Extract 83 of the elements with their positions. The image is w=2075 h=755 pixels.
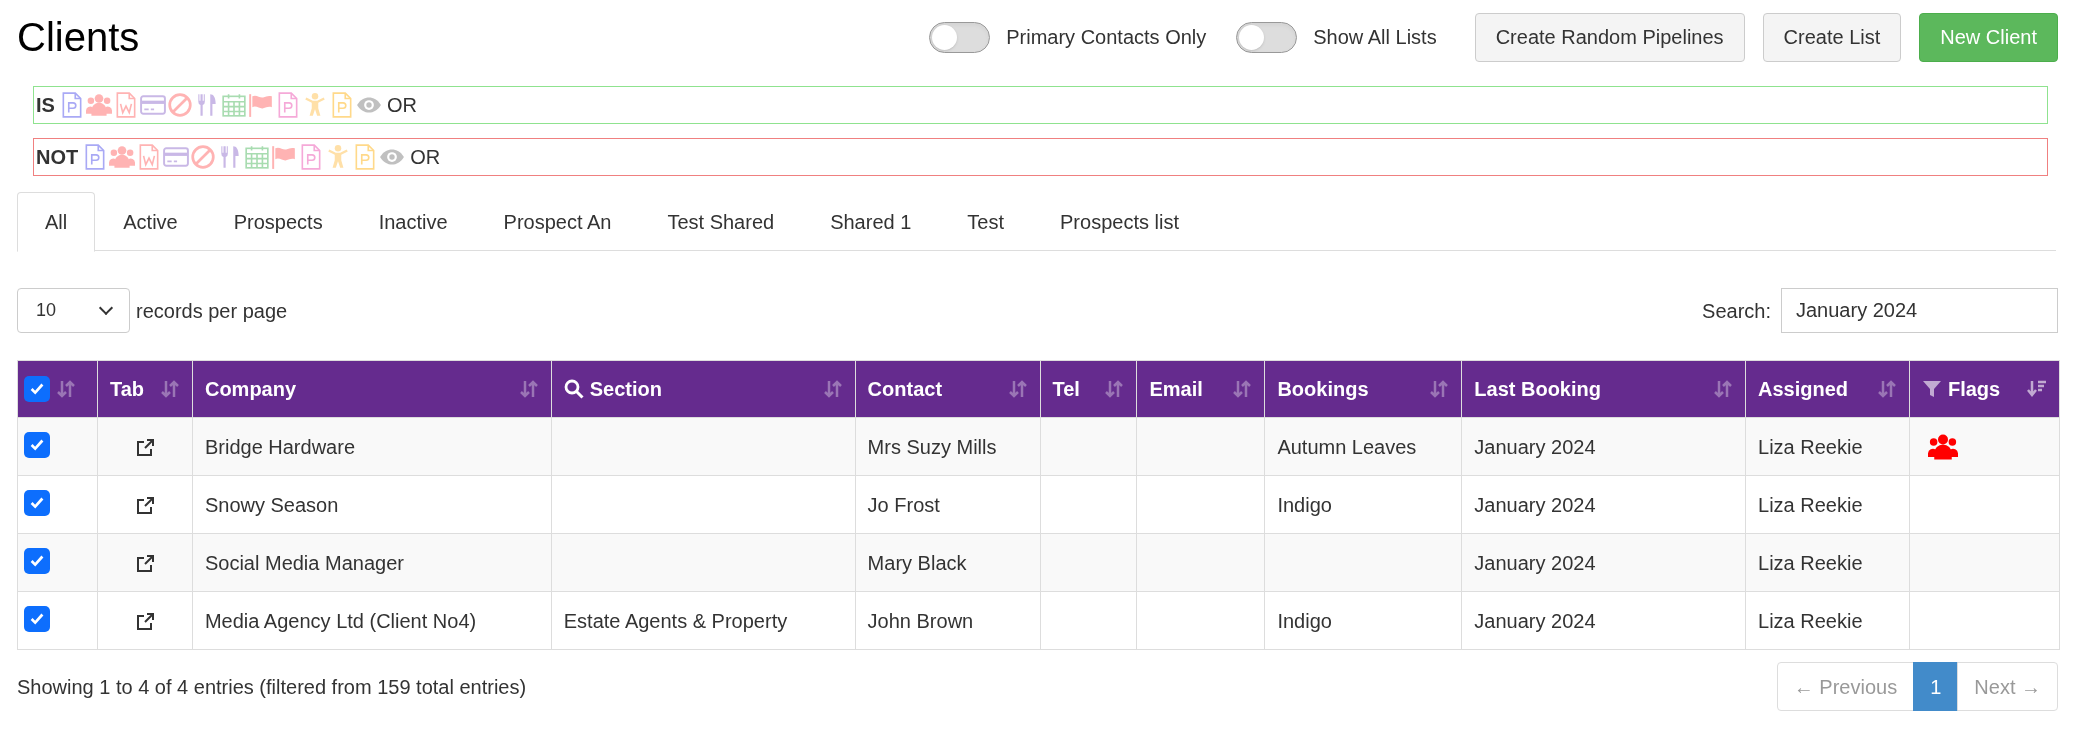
list-tab[interactable]: Prospects list [1032,192,1207,252]
column-header[interactable]: Company [204,374,297,404]
list-tab[interactable]: Test [939,192,1032,252]
flag-icon[interactable] [271,144,298,170]
toggle-label: Show All Lists [1313,25,1437,50]
list-tab[interactable]: All [17,192,96,252]
list-tab[interactable]: Active [95,192,206,252]
table-cell: Mary Black [855,533,1040,592]
table-cell: Mrs Suzy Mills [855,417,1040,476]
search-field[interactable]: January 2024 [1781,288,2058,333]
filter-icon[interactable] [1921,379,1942,399]
table-cell: Media Agency Ltd (Client No4) [192,591,552,650]
sort-icon[interactable] [1876,379,1897,399]
search-icon[interactable] [563,379,584,399]
sort-icon[interactable] [1232,379,1253,399]
calendar-icon[interactable] [220,92,247,118]
ban-icon[interactable] [166,92,193,118]
table-cell: Liza Reekie [1745,533,1910,592]
column-header[interactable]: Tel [1052,374,1080,404]
column-header[interactable]: Tab [109,374,145,404]
list-tab[interactable]: Test Shared [639,192,803,252]
sort-icon[interactable] [159,379,180,399]
users-icon[interactable] [109,144,136,170]
table-cell: Indigo [1264,475,1462,534]
toggle-label: Primary Contacts Only [1006,25,1207,50]
checkbox[interactable] [24,376,50,402]
toolbar-button[interactable]: Create List [1762,12,1902,62]
list-tab[interactable]: Prospects [205,192,351,252]
sort-icon[interactable] [56,379,76,399]
table-cell: Snowy Season [192,475,552,534]
credit-card-icon[interactable] [139,92,166,118]
search-label: Search: [1702,298,1771,324]
credit-card-icon[interactable] [163,144,190,170]
flag-icon[interactable] [247,92,274,118]
sort-icon[interactable] [1104,379,1125,399]
filter-joiner: OR [386,93,417,118]
table-cell: Liza Reekie [1745,417,1910,476]
table-cell: January 2024 [1461,591,1746,650]
page-title: Clients [17,17,140,57]
external-link-icon[interactable] [134,612,155,633]
checkbox[interactable] [24,605,50,632]
sort-icon[interactable] [1713,379,1733,399]
list-tab[interactable]: Prospect An [475,192,640,252]
table-cell: Indigo [1264,591,1462,650]
toggle-switch[interactable] [929,21,991,53]
table-cell: Social Media Manager [192,533,552,592]
table-cell: January 2024 [1461,533,1746,592]
sort-icon[interactable] [1007,379,1028,399]
page-size-label: records per page [136,298,288,324]
column-header[interactable]: Flags [1947,374,2001,404]
table-cell: Liza Reekie [1745,475,1910,534]
sort-icon[interactable] [518,379,539,399]
table-cell: January 2024 [1461,417,1746,476]
filter-label: NOT [36,145,79,170]
table-cell: Estate Agents & Property [551,591,856,650]
table-cell: January 2024 [1461,475,1746,534]
sort-icon[interactable] [2027,379,2047,399]
list-tab[interactable]: Shared 1 [802,192,940,252]
external-link-icon[interactable] [134,438,155,459]
filter-label: IS [36,93,55,118]
ban-icon[interactable] [190,144,217,170]
table-cell: Autumn Leaves [1264,417,1462,476]
table-cell: Jo Frost [855,475,1040,534]
sort-icon[interactable] [822,379,843,399]
sort-icon[interactable] [1429,379,1450,399]
checkbox[interactable] [24,431,50,458]
table-cell: John Brown [855,591,1040,650]
toolbar-button[interactable]: Create Random Pipelines [1474,12,1745,62]
toggle-switch[interactable] [1236,21,1298,53]
table-cell: Liza Reekie [1745,591,1910,650]
page-size-select[interactable]: 10 [17,288,130,333]
checkbox[interactable] [24,489,50,516]
list-tab[interactable]: Inactive [350,192,476,252]
calendar-icon[interactable] [244,144,271,170]
users-icon[interactable] [85,92,112,118]
pagination-button[interactable]: 1 [1913,662,1959,711]
checkbox[interactable] [24,547,50,574]
table-cell: Bridge Hardware [192,417,552,476]
external-link-icon[interactable] [134,554,155,575]
filter-joiner: OR [410,145,441,170]
external-link-icon[interactable] [134,496,155,517]
column-header[interactable]: Section [589,374,662,404]
entries-summary: Showing 1 to 4 of 4 entries (filtered from 159 total entries) [17,674,527,700]
